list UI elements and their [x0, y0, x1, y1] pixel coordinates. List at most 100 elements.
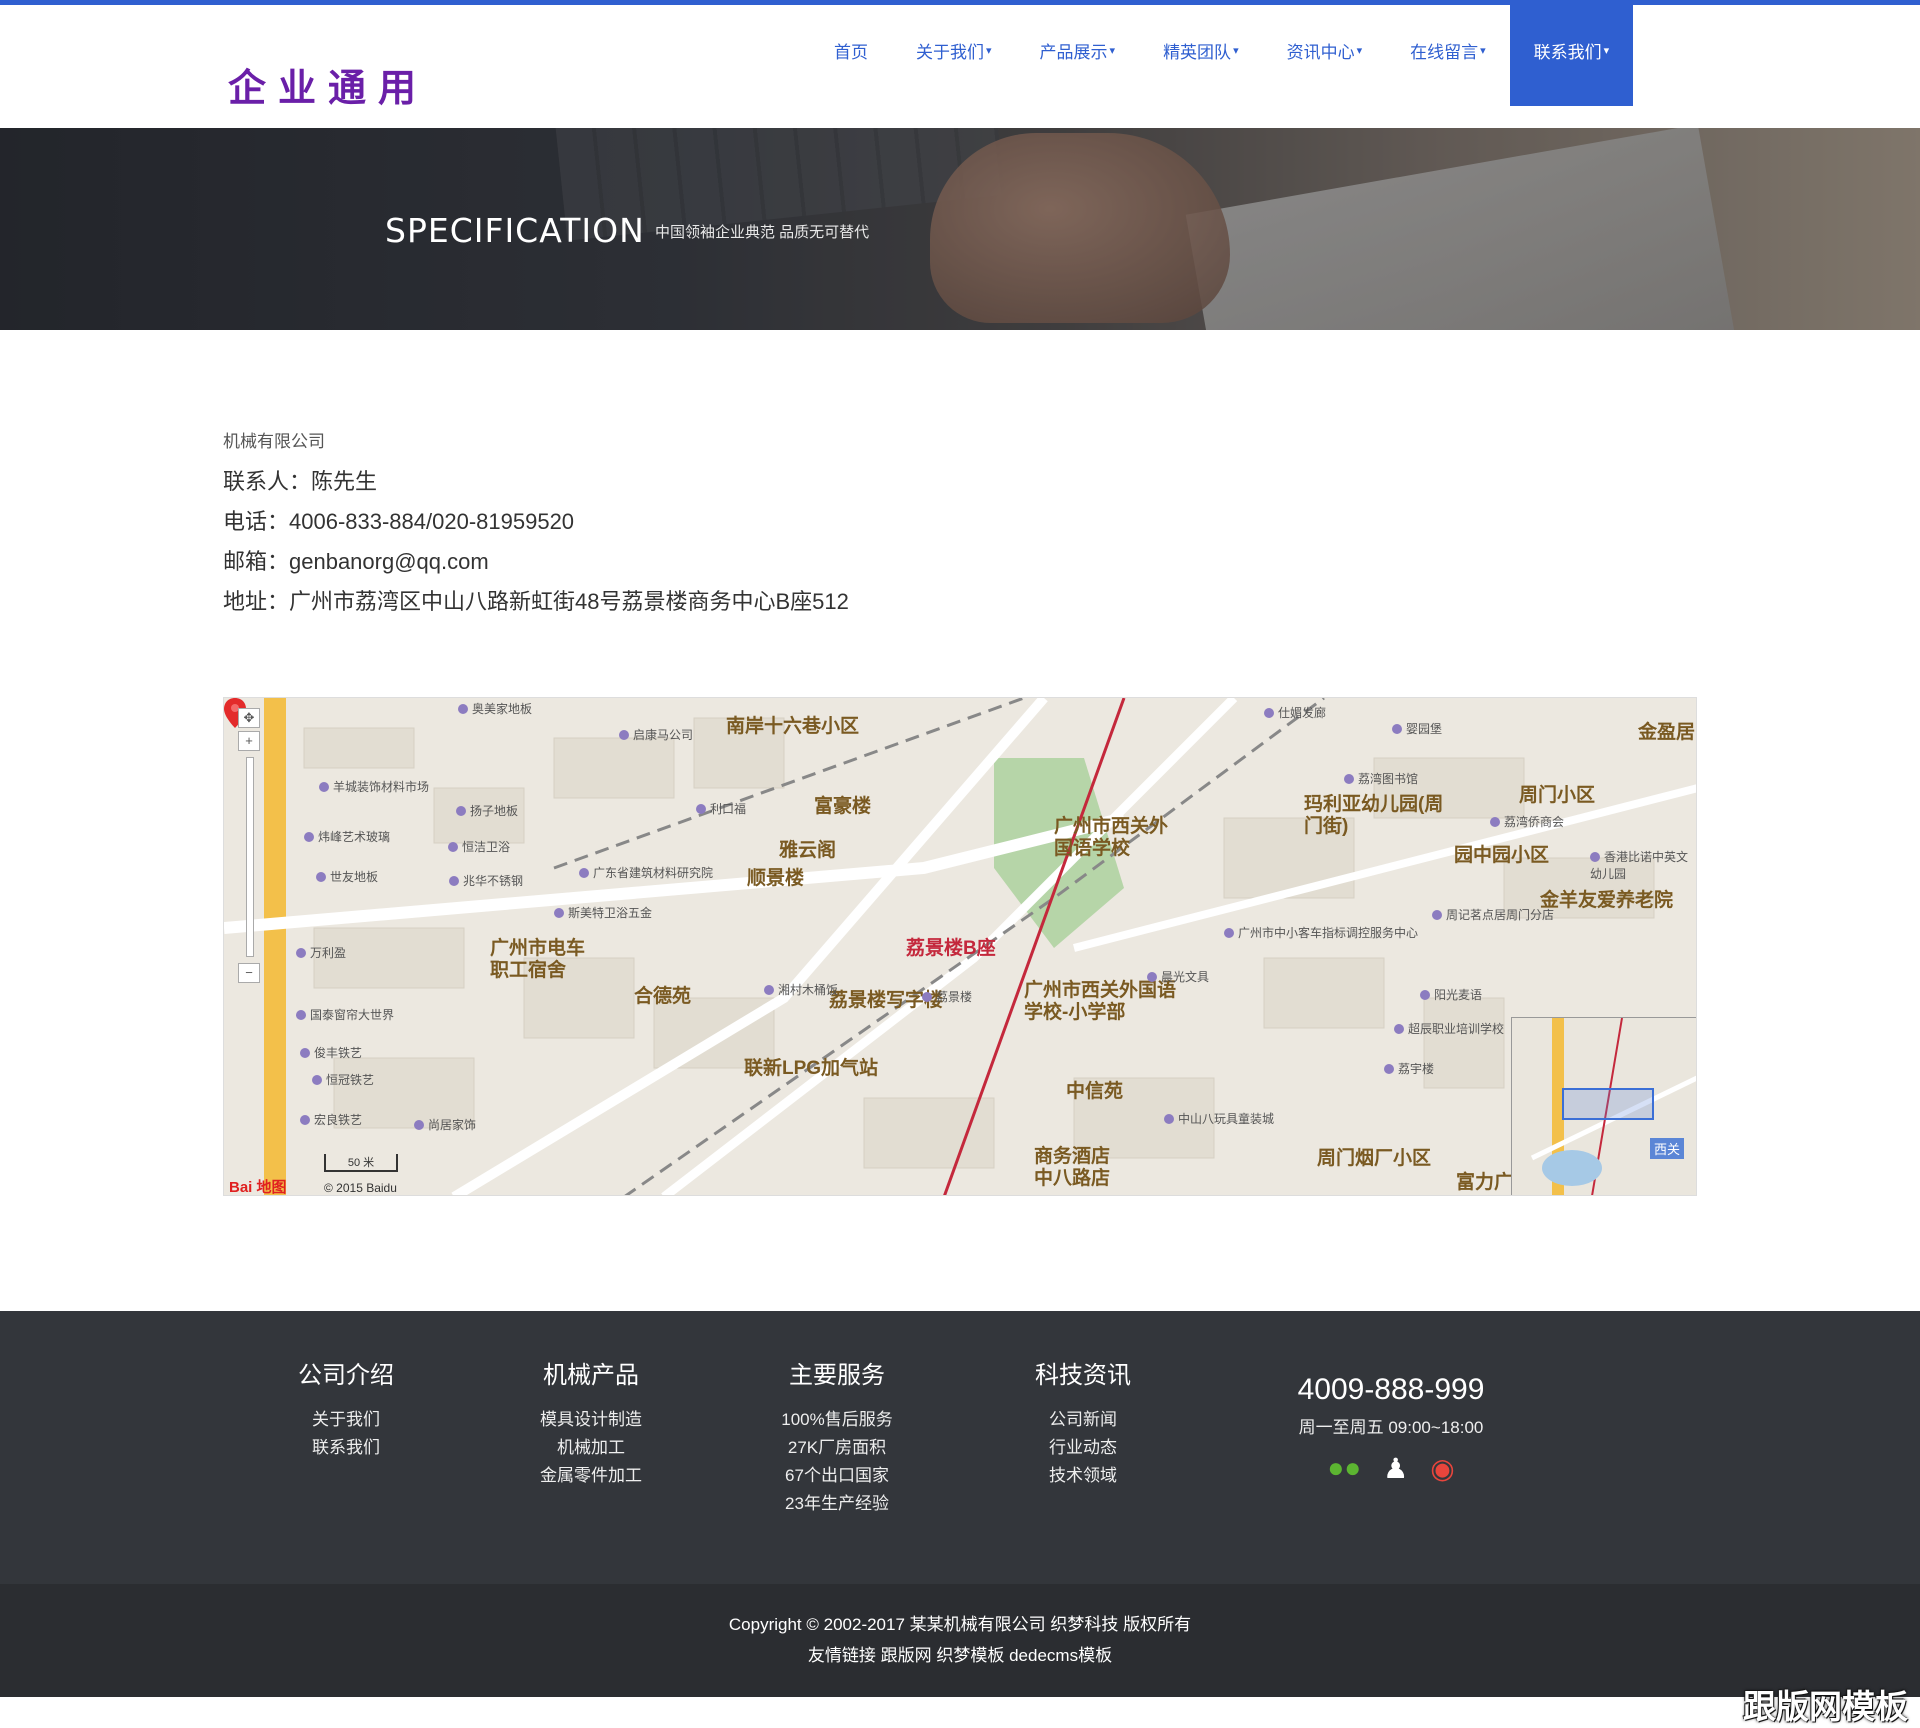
footer-hotline: 4009-888-999 周一至周五 09:00~18:00 ●● ♟ ◉	[1296, 1373, 1486, 1485]
zoom-out-button[interactable]: −	[238, 963, 260, 983]
map-scale: 50 米	[324, 1154, 398, 1172]
baidu-logo[interactable]: Bai 地图	[229, 1176, 287, 1195]
company-name: 机械有限公司	[223, 432, 325, 452]
footer-link[interactable]: 67个出口国家	[737, 1462, 937, 1490]
map-label: 雅云阁	[779, 840, 837, 861]
site-footer: 公司介绍 关于我们 联系我们 机械产品 模具设计制造 机械加工 金属零件加工 主…	[0, 1311, 1920, 1584]
map-poi: 恒冠铁艺	[312, 1071, 374, 1088]
contact-address: 地址：广州市荔湾区中山八路新虹街48号荔景楼商务中心B座512	[223, 589, 849, 614]
map-label: 联新LPG加气站	[744, 1058, 879, 1079]
footer-link[interactable]: 联系我们	[246, 1434, 446, 1462]
pan-icon[interactable]: ✥	[238, 708, 260, 728]
nav-item-contact[interactable]: 联系我们 ▾	[1509, 5, 1634, 106]
map-poi: 羊城装饰材料市场	[319, 778, 429, 795]
map-poi: 中山八玩具童装城	[1164, 1110, 1274, 1127]
baidu-map[interactable]: 南岸十六巷小区 富豪楼 雅云阁 顺景楼 广州市西关外国语学校 玛利亚幼儿园(周门…	[223, 697, 1697, 1196]
map-overview[interactable]: 西关	[1511, 1017, 1696, 1195]
footer-link[interactable]: 行业动态	[983, 1434, 1183, 1462]
chevron-down-icon: ▾	[1603, 45, 1610, 57]
map-label: 富力广	[1456, 1172, 1514, 1193]
map-label: 广州市西关外国语学校	[1054, 816, 1169, 859]
zoom-slider[interactable]	[246, 757, 254, 957]
map-poi: 俊丰铁艺	[300, 1044, 362, 1061]
nav-item-home[interactable]: 首页	[810, 5, 892, 106]
footer-col-products: 机械产品 模具设计制造 机械加工 金属零件加工	[491, 1355, 691, 1490]
footer-col-title: 科技资讯	[1035, 1362, 1131, 1389]
map-poi: 宏良铁艺	[300, 1111, 362, 1128]
contact-phone: 电话：4006-833-884/020-81959520	[223, 509, 575, 534]
nav-item-team[interactable]: 精英团队 ▾	[1139, 5, 1263, 106]
map-label: 周门小区	[1519, 785, 1596, 806]
footer-col-services: 主要服务 100%售后服务 27K厂房面积 67个出口国家 23年生产经验	[737, 1355, 937, 1518]
footer-col-about: 公司介绍 关于我们 联系我们	[246, 1355, 446, 1462]
map-poi: 奥美家地板	[458, 700, 532, 717]
footer-col-title: 公司介绍	[298, 1362, 394, 1389]
hotline-number: 4009-888-999	[1297, 1373, 1485, 1406]
map-poi: 荔宇楼	[1384, 1060, 1434, 1077]
map-poi: 荔湾侨商会	[1490, 813, 1564, 830]
map-label: 合德苑	[634, 986, 692, 1007]
map-poi: 湘村木桶饭	[764, 981, 838, 998]
banner-subtitle: 中国领袖企业典范 品质无可替代	[655, 224, 870, 241]
map-poi: 周记茗点居周门分店	[1432, 906, 1554, 923]
map-label: 金羊友爱养老院	[1540, 890, 1674, 911]
map-label: 南岸十六巷小区	[726, 716, 860, 737]
overview-label: 西关	[1649, 1138, 1684, 1159]
main-nav: 首页 关于我们 ▾ 产品展示 ▾ 精英团队 ▾ 资讯中心 ▾ 在线留言 ▾ 联系我们 ▾	[810, 5, 1634, 106]
overview-viewport[interactable]	[1562, 1088, 1654, 1120]
footer-link[interactable]: 关于我们	[246, 1406, 446, 1434]
contact-section: 机械有限公司 联系人：陈先生 电话：4006-833-884/020-81959…	[0, 330, 1920, 1312]
qq-icon[interactable]: ♟	[1383, 1452, 1408, 1485]
map-zoom-control[interactable]: ✥ + −	[238, 708, 262, 1008]
map-copyright: © 2015 Baidu	[324, 1181, 397, 1195]
footer-link[interactable]: 金属零件加工	[491, 1462, 691, 1490]
map-poi: 兆华不锈钢	[449, 872, 523, 889]
nav-item-products[interactable]: 产品展示 ▾	[1016, 5, 1140, 106]
map-label: 广州市电车职工宿舍	[490, 938, 586, 981]
chevron-down-icon: ▾	[1233, 45, 1239, 57]
map-poi: 荔景楼	[922, 988, 972, 1005]
map-label: 周门烟厂小区	[1317, 1148, 1432, 1169]
map-label: 顺景楼	[747, 868, 805, 889]
contact-person: 联系人：陈先生	[223, 469, 378, 494]
map-label: 玛利亚幼儿园(周门街)	[1304, 794, 1444, 837]
map-poi: 世友地板	[316, 868, 378, 885]
social-links: ●● ♟ ◉	[1296, 1452, 1486, 1485]
map-poi: 香港比诺中英文幼儿园	[1590, 850, 1689, 881]
map-poi: 万利盈	[296, 944, 346, 961]
footer-link[interactable]: 23年生产经验	[737, 1490, 937, 1518]
footer-link[interactable]: 模具设计制造	[491, 1406, 691, 1434]
site-logo[interactable]: 企业通用	[228, 57, 428, 112]
footer-link[interactable]: 机械加工	[491, 1434, 691, 1462]
footer-col-news: 科技资讯 公司新闻 行业动态 技术领域	[983, 1355, 1183, 1490]
map-poi: 荔湾图书馆	[1344, 770, 1418, 787]
map-label: 商务酒店中八路店	[1034, 1146, 1111, 1189]
friend-links[interactable]: 友情链接 跟版网 织梦模板 dedecms模板	[0, 1640, 1920, 1671]
footer-link[interactable]: 100%售后服务	[737, 1406, 937, 1434]
zoom-in-button[interactable]: +	[238, 731, 260, 751]
map-poi: 广州市中小客车指标调控服务中心	[1224, 924, 1418, 941]
nav-item-message[interactable]: 在线留言 ▾	[1386, 5, 1510, 106]
footer-link[interactable]: 技术领域	[983, 1462, 1183, 1490]
footer-col-title: 机械产品	[543, 1362, 639, 1389]
nav-item-news[interactable]: 资讯中心 ▾	[1263, 5, 1387, 106]
footer-link[interactable]: 27K厂房面积	[737, 1434, 937, 1462]
map-poi: 国泰窗帘大世界	[296, 1006, 394, 1023]
map-poi: 利口福	[696, 800, 746, 817]
map-label: 广州市西关外国语学校-小学部	[1024, 980, 1177, 1023]
map-poi: 广东省建筑材料研究院	[579, 864, 713, 881]
wechat-icon[interactable]: ●●	[1327, 1452, 1361, 1485]
chevron-down-icon: ▾	[986, 45, 992, 57]
nav-item-about[interactable]: 关于我们 ▾	[892, 5, 1016, 106]
site-header: 企业通用 首页 关于我们 ▾ 产品展示 ▾ 精英团队 ▾ 资讯中心 ▾ 在线留言 ▾ 联系…	[0, 5, 1920, 128]
copyright-bar: Copyright © 2002-2017 某某机械有限公司 织梦科技 版权所有…	[0, 1584, 1920, 1697]
map-poi: 扬子地板	[456, 802, 518, 819]
weibo-icon[interactable]: ◉	[1430, 1452, 1454, 1485]
footer-link[interactable]: 公司新闻	[983, 1406, 1183, 1434]
map-poi: 炜峰艺术玻璃	[304, 828, 390, 845]
copyright-text: Copyright © 2002-2017 某某机械有限公司 织梦科技 版权所有	[728, 1615, 1192, 1634]
chevron-down-icon: ▾	[1356, 45, 1363, 57]
contact-email[interactable]: 邮箱：genbanorg@qq.com	[223, 544, 489, 576]
footer-col-title: 主要服务	[789, 1362, 885, 1389]
map-poi: 阳光麦语	[1420, 986, 1482, 1003]
